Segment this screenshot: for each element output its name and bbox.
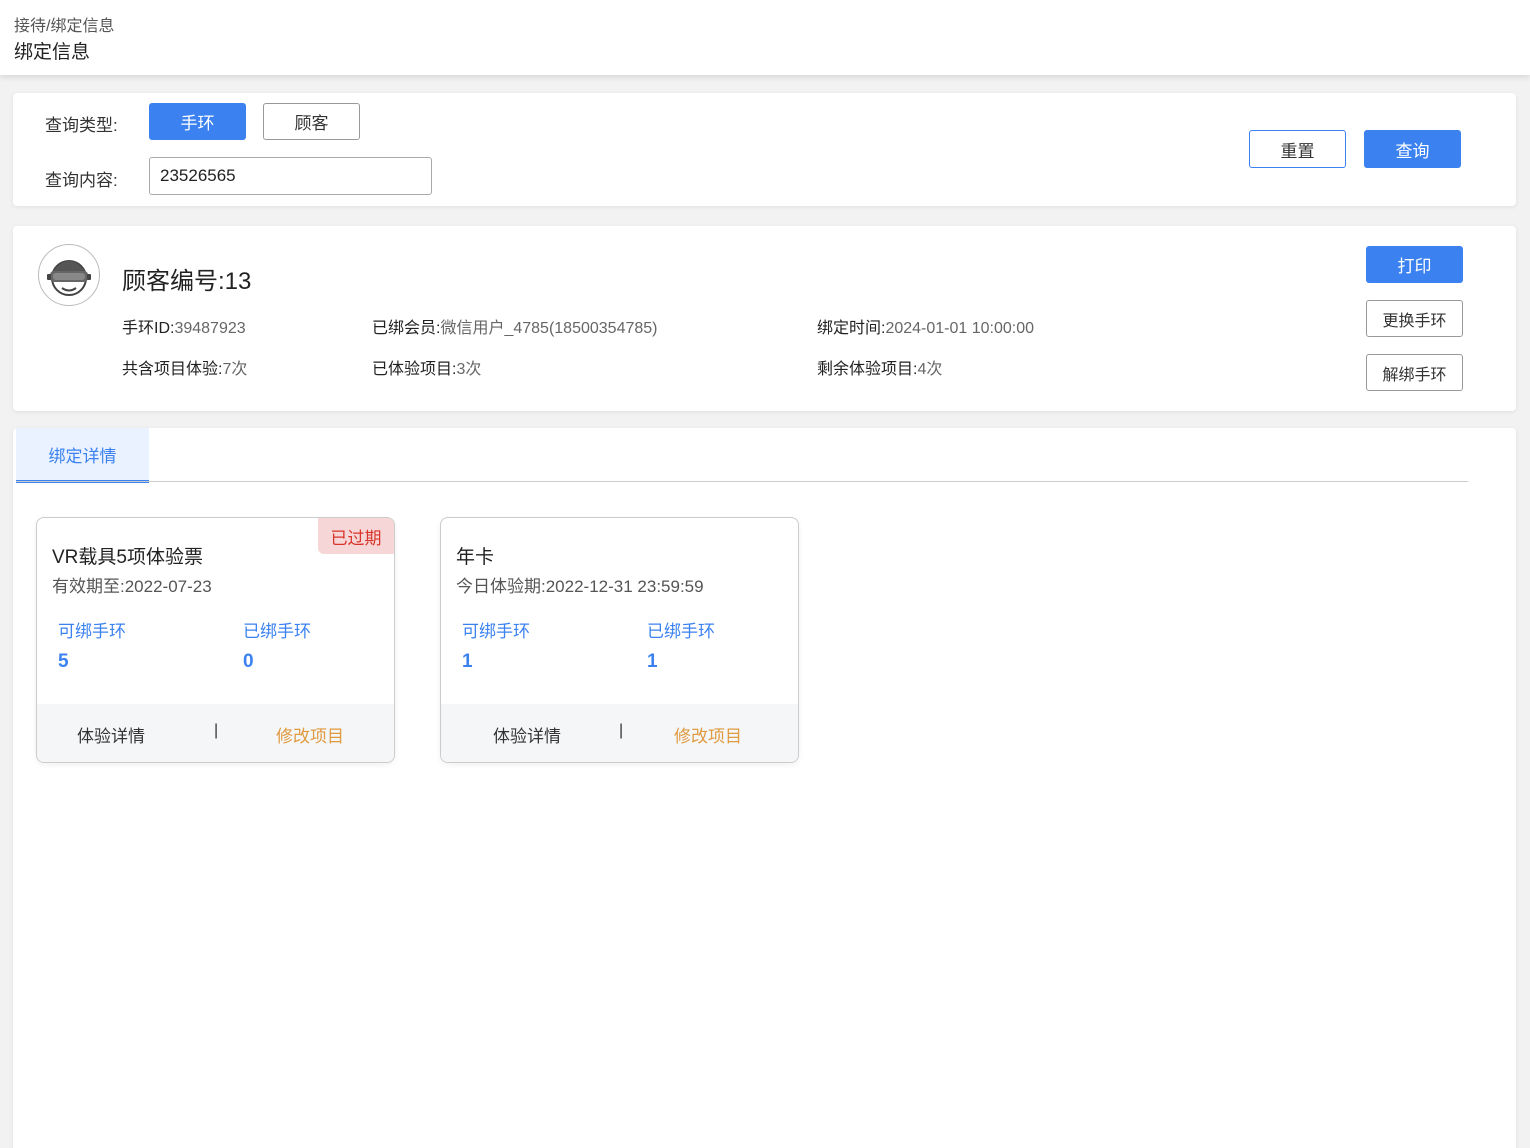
footer-separator: | [214, 722, 219, 739]
pass-name: VR载具5项体验票 [52, 547, 203, 568]
used-experience-info: 已体验项目:3次 [372, 355, 481, 379]
experience-detail-link[interactable]: 体验详情 [77, 722, 145, 747]
wristband-id-value: 39487923 [174, 320, 246, 337]
total-experience-info: 共含项目体验:7次 [122, 355, 247, 379]
pass-card: 年卡 今日体验期:2022-12-31 23:59:59 可绑手环 已绑手环 1… [440, 517, 799, 763]
pass-name: 年卡 [456, 547, 495, 568]
used-experience-value: 3次 [456, 361, 482, 378]
binding-detail-panel: 绑定详情 VR载具5项体验票 已过期 有效期至:2022-07-23 可绑手环 … [13, 428, 1516, 1148]
query-content-input[interactable] [149, 157, 432, 195]
experience-detail-link[interactable]: 体验详情 [493, 722, 561, 747]
customer-number-title: 顾客编号:13 [122, 268, 252, 295]
bound-wristband-count: 0 [243, 651, 254, 672]
bindable-wristband-count: 5 [58, 651, 69, 672]
vr-headset-avatar-icon [38, 244, 100, 306]
status-badge: 已过期 [318, 518, 394, 554]
query-panel: 查询类型: 手环 顾客 查询内容: 重置 查询 [13, 93, 1516, 206]
pass-card: VR载具5项体验票 已过期 有效期至:2022-07-23 可绑手环 已绑手环 … [36, 517, 395, 763]
edit-project-link[interactable]: 修改项目 [674, 722, 742, 747]
page-title: 绑定信息 [14, 42, 91, 63]
print-button[interactable]: 打印 [1366, 246, 1463, 283]
query-type-label: 查询类型: [45, 116, 118, 135]
bound-member-value: 微信用户_4785(18500354785) [440, 320, 658, 337]
bound-wristband-label: 已绑手环 [647, 622, 715, 641]
breadcrumb[interactable]: 接待/绑定信息 [14, 12, 114, 36]
bind-time-value: 2024-01-01 10:00:00 [885, 320, 1035, 337]
bound-wristband-count: 1 [647, 651, 658, 672]
query-content-label: 查询内容: [45, 171, 118, 190]
search-button[interactable]: 查询 [1364, 130, 1461, 168]
pass-footer: 体验详情 | 修改项目 [37, 704, 394, 762]
tab-divider [16, 481, 1468, 482]
page-header: 接待/绑定信息 绑定信息 [0, 0, 1530, 75]
total-experience-label: 共含项目体验: [122, 361, 223, 378]
pass-footer: 体验详情 | 修改项目 [441, 704, 798, 762]
footer-separator: | [619, 722, 624, 739]
edit-project-link[interactable]: 修改项目 [276, 722, 344, 747]
remaining-experience-value: 4次 [917, 361, 943, 378]
bound-member-info: 已绑会员:微信用户_4785(18500354785) [372, 314, 658, 338]
query-type-customer-button[interactable]: 顾客 [263, 103, 360, 140]
bindable-wristband-label: 可绑手环 [462, 622, 530, 641]
remaining-experience-info: 剩余体验项目:4次 [817, 355, 942, 379]
bind-time-info: 绑定时间:2024-01-01 10:00:00 [817, 314, 1034, 338]
change-wristband-button[interactable]: 更换手环 [1366, 300, 1463, 337]
unbind-wristband-button[interactable]: 解绑手环 [1366, 354, 1463, 391]
tab-binding-detail[interactable]: 绑定详情 [16, 428, 149, 483]
bind-time-label: 绑定时间: [817, 320, 886, 337]
bindable-wristband-count: 1 [462, 651, 473, 672]
wristband-id-info: 手环ID:39487923 [122, 314, 246, 338]
total-experience-value: 7次 [222, 361, 248, 378]
customer-info-panel: 顾客编号:13 手环ID:39487923 已绑会员:微信用户_4785(185… [13, 226, 1516, 411]
pass-validity: 今日体验期:2022-12-31 23:59:59 [456, 577, 704, 596]
used-experience-label: 已体验项目: [372, 361, 457, 378]
reset-button[interactable]: 重置 [1249, 130, 1346, 168]
bound-wristband-label: 已绑手环 [243, 622, 311, 641]
pass-validity: 有效期至:2022-07-23 [52, 577, 212, 596]
query-type-wristband-button[interactable]: 手环 [149, 103, 246, 140]
remaining-experience-label: 剩余体验项目: [817, 361, 918, 378]
bindable-wristband-label: 可绑手环 [58, 622, 126, 641]
bound-member-label: 已绑会员: [372, 320, 441, 337]
wristband-id-label: 手环ID: [122, 320, 175, 337]
